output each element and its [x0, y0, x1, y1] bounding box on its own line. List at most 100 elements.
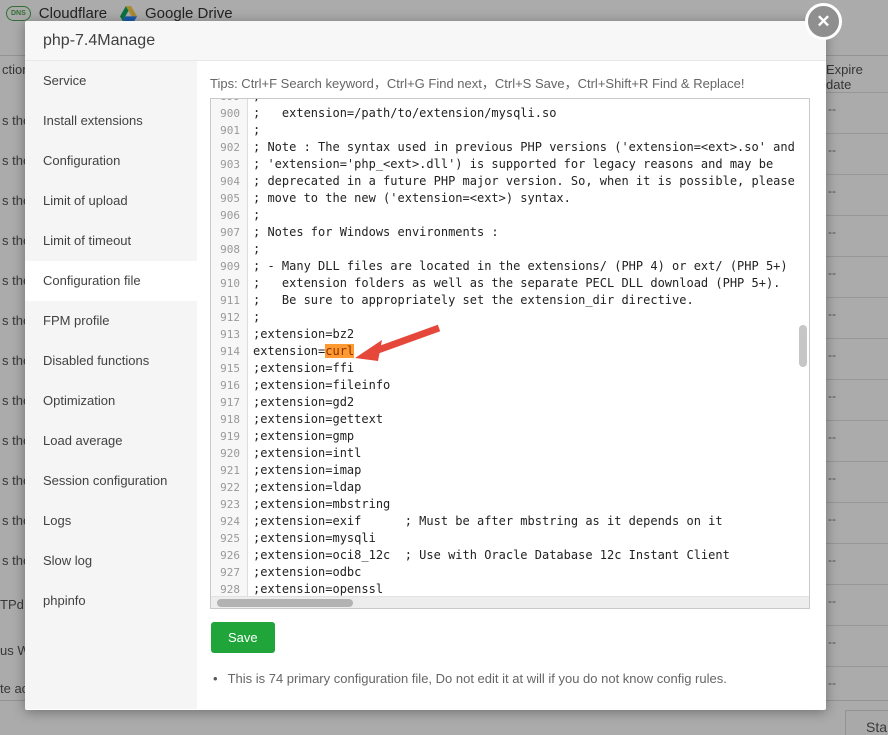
code-line-923: 923 ;extension=mbstring [211, 496, 809, 513]
line-number: 920 [211, 445, 248, 462]
code-line-919: 919 ;extension=gmp [211, 428, 809, 445]
code-text: ;extension=bz2 [253, 327, 355, 341]
editor-horizontal-scrollbar[interactable] [217, 599, 353, 607]
code-lines: 899;900; extension=/path/to/extension/my… [211, 99, 809, 608]
code-text: ; Notes for Windows environments : [253, 225, 499, 239]
code-text: ;extension=gd2 [253, 395, 355, 409]
code-text: ;extension=mysqli [253, 531, 376, 545]
line-number: 926 [211, 547, 248, 564]
code-line-909: 909 ; - Many DLL files are located in the… [211, 258, 809, 275]
line-number: 903 [211, 156, 248, 173]
code-text: ;extension=mbstring [253, 497, 391, 511]
sidebar-item-install-extensions[interactable]: Install extensions [25, 101, 197, 141]
code-line-908: 908; [211, 241, 809, 258]
sidebar-item-logs[interactable]: Logs [25, 501, 197, 541]
code-line-925: 925 ;extension=mysqli [211, 530, 809, 547]
line-number: 909 [211, 258, 248, 275]
code-text: ;extension=imap [253, 463, 362, 477]
code-text: ; [253, 310, 261, 324]
screen: DNS Cloudflare Google Drive ction Expire… [0, 0, 888, 735]
sidebar-item-limit-of-upload[interactable]: Limit of upload [25, 181, 197, 221]
code-line-914: 914 extension=curl [211, 343, 809, 360]
code-line-917: 917 ;extension=gd2 [211, 394, 809, 411]
code-line-899: 899; [211, 99, 809, 105]
code-text: ; move to the new ('extension=<ext>) syn… [253, 191, 571, 205]
code-text: ; deprecated in a future PHP major versi… [253, 174, 795, 188]
code-text: ; [253, 123, 261, 137]
sidebar-item-phpinfo[interactable]: phpinfo [25, 581, 197, 621]
modal-title: php-7.4Manage [25, 21, 826, 61]
code-text: ; 'extension='php_<ext>.dll') is support… [253, 157, 774, 171]
code-line-902: 902 ; Note : The syntax used in previous … [211, 139, 809, 156]
code-line-927: 927 ;extension=odbc [211, 564, 809, 581]
line-number: 918 [211, 411, 248, 428]
code-line-910: 910 ; extension folders as well as the se… [211, 275, 809, 292]
code-line-916: 916 ;extension=fileinfo [211, 377, 809, 394]
code-text: ;extension=gmp [253, 429, 355, 443]
search-highlight: curl [325, 344, 355, 358]
line-number: 923 [211, 496, 248, 513]
line-number: 924 [211, 513, 248, 530]
modal-content: Tips: Ctrl+F Search keyword，Ctrl+G Find … [197, 61, 826, 709]
line-number: 899 [211, 99, 248, 105]
code-text: ;extension=odbc [253, 565, 362, 579]
code-text: ; extension=/path/to/extension/mysqli.so [253, 106, 557, 120]
php-manage-modal: php-7.4Manage Service Install extensions C… [25, 21, 826, 710]
sidebar-item-configuration-file[interactable]: Configuration file [25, 261, 197, 301]
code-line-903: 903 ; 'extension='php_<ext>.dll') is supp… [211, 156, 809, 173]
modal-sidebar: Service Install extensions Configuration Li… [25, 61, 197, 709]
sidebar-item-service[interactable]: Service [25, 61, 197, 101]
editor-horizontal-scrollbar-track[interactable] [211, 596, 809, 608]
line-number: 906 [211, 207, 248, 224]
code-line-921: 921 ;extension=imap [211, 462, 809, 479]
footer-note-text: This is 74 primary configuration file, D… [227, 671, 727, 686]
sidebar-item-limit-of-timeout[interactable]: Limit of timeout [25, 221, 197, 261]
code-line-911: 911 ; Be sure to appropriately set the ex… [211, 292, 809, 309]
code-line-901: 901; [211, 122, 809, 139]
line-number: 927 [211, 564, 248, 581]
line-number: 925 [211, 530, 248, 547]
code-line-912: 912; [211, 309, 809, 326]
line-number: 916 [211, 377, 248, 394]
editor-vertical-scrollbar[interactable] [799, 325, 807, 367]
code-text: ;extension=exif ; Must be after mbstring… [253, 514, 723, 528]
line-number: 902 [211, 139, 248, 156]
sidebar-item-load-average[interactable]: Load average [25, 421, 197, 461]
code-line-904: 904 ; deprecated in a future PHP major ve… [211, 173, 809, 190]
line-number: 915 [211, 360, 248, 377]
line-number: 910 [211, 275, 248, 292]
sidebar-item-configuration[interactable]: Configuration [25, 141, 197, 181]
line-number: 914 [211, 343, 248, 360]
code-line-915: 915 ;extension=ffi [211, 360, 809, 377]
line-number: 901 [211, 122, 248, 139]
line-number: 912 [211, 309, 248, 326]
code-text: ; extension folders as well as the separ… [253, 276, 781, 290]
code-line-913: 913 ;extension=bz2 [211, 326, 809, 343]
line-number: 913 [211, 326, 248, 343]
code-text: extension=curl [253, 344, 355, 358]
sidebar-item-optimization[interactable]: Optimization [25, 381, 197, 421]
save-button[interactable]: Save [211, 622, 275, 653]
code-text: ;extension=fileinfo [253, 378, 391, 392]
sidebar-item-fpm-profile[interactable]: FPM profile [25, 301, 197, 341]
line-number: 900 [211, 105, 248, 122]
config-file-editor[interactable]: 899;900; extension=/path/to/extension/my… [210, 98, 810, 609]
code-line-926: 926 ;extension=oci8_12c ; Use with Oracle… [211, 547, 809, 564]
code-line-920: 920 ;extension=intl [211, 445, 809, 462]
sidebar-item-session-configuration[interactable]: Session configuration [25, 461, 197, 501]
close-icon[interactable]: ✕ [805, 3, 842, 40]
code-text: ; Note : The syntax used in previous PHP… [253, 140, 795, 154]
code-text: ; - Many DLL files are located in the ex… [253, 259, 788, 273]
line-number: 911 [211, 292, 248, 309]
code-text: ; [253, 208, 261, 222]
line-number: 905 [211, 190, 248, 207]
sidebar-item-disabled-functions[interactable]: Disabled functions [25, 341, 197, 381]
line-number: 919 [211, 428, 248, 445]
code-line-907: 907 ; Notes for Windows environments : [211, 224, 809, 241]
code-text: ;extension=ffi [253, 361, 355, 375]
code-line-918: 918 ;extension=gettext [211, 411, 809, 428]
sidebar-item-slow-log[interactable]: Slow log [25, 541, 197, 581]
code-line-906: 906; [211, 207, 809, 224]
line-number: 917 [211, 394, 248, 411]
code-text: ;extension=gettext [253, 412, 384, 426]
